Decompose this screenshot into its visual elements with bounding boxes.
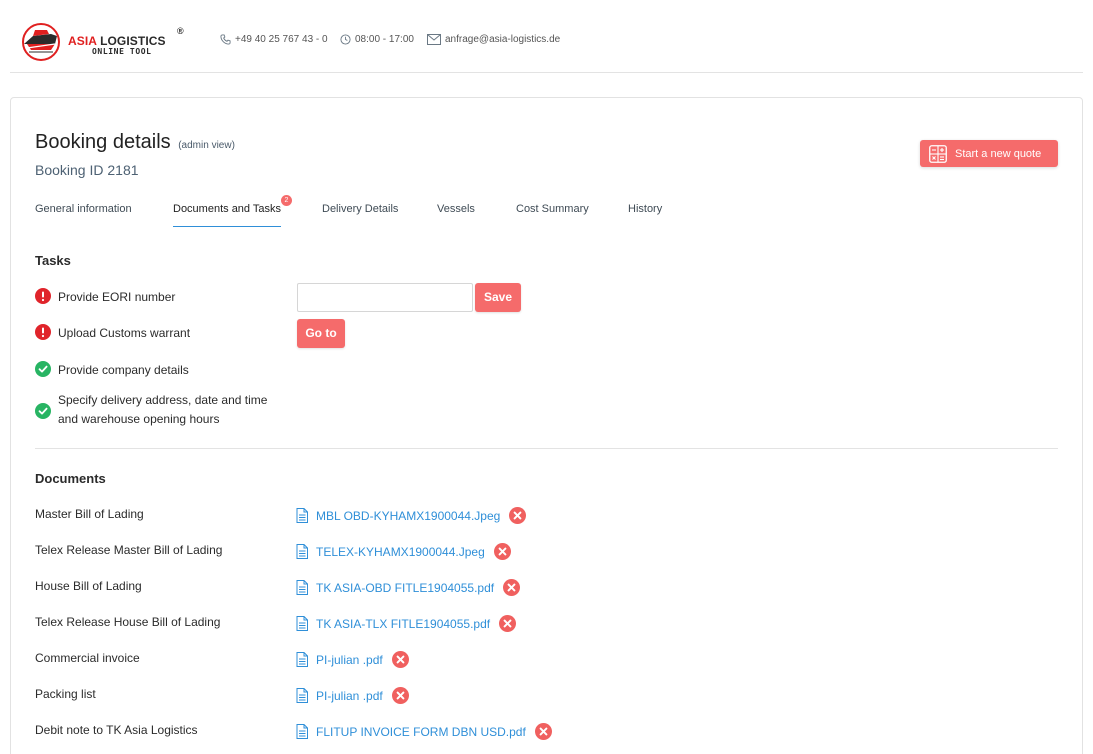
error-icon: [35, 324, 51, 340]
hours-text: 08:00 - 17:00: [355, 34, 414, 45]
save-eori-button[interactable]: Save: [475, 283, 521, 312]
tab-general-information[interactable]: General information: [35, 203, 132, 227]
error-icon: [35, 288, 51, 304]
section-divider: [35, 448, 1058, 449]
document-row: Telex Release Master Bill of Lading TELEX…: [35, 543, 1035, 563]
document-file-name: PI-julian .pdf: [316, 688, 383, 703]
document-row: Master Bill of Lading MBL OBD-KYHAMX19000…: [35, 507, 1035, 527]
contact-hours: 08:00 - 17:00: [340, 34, 414, 45]
tab-cost-summary[interactable]: Cost Summary: [516, 203, 589, 227]
task-item: Provide company details: [35, 361, 189, 380]
document-row: House Bill of Lading TK ASIA-OBD FITLE190…: [35, 579, 1035, 599]
calculator-icon: [929, 144, 947, 163]
document-row: Packing list PI-julian .pdf: [35, 687, 1035, 707]
document-file-name: FLITUP INVOICE FORM DBN USD.pdf: [316, 724, 526, 739]
page-title: Booking details (admin view): [35, 131, 235, 154]
document-file-name: TK ASIA-TLX FITLE1904055.pdf: [316, 616, 491, 631]
document-file-link[interactable]: MBL OBD-KYHAMX1900044.Jpeg: [296, 507, 527, 524]
task-text: Upload Customs warrant: [58, 326, 191, 340]
tasks-heading: Tasks: [35, 253, 71, 268]
email-text: anfrage@asia-logistics.de: [445, 34, 561, 45]
file-icon: [296, 544, 308, 559]
file-icon: [296, 508, 308, 523]
document-file-name: MBL OBD-KYHAMX1900044.Jpeg: [316, 508, 501, 523]
brand-logistics: LOGISTICS: [100, 34, 166, 48]
registered-mark: ®: [177, 26, 184, 36]
task-text: Provide company details: [58, 363, 189, 377]
contact-phone[interactable]: +49 40 25 767 43 - 0: [220, 34, 328, 45]
document-file-link[interactable]: FLITUP INVOICE FORM DBN USD.pdf: [296, 723, 552, 740]
document-type-label: Packing list: [35, 687, 96, 701]
go-to-customs-warrant-button[interactable]: Go to: [297, 319, 345, 348]
check-icon: [35, 403, 51, 419]
document-file-link[interactable]: TK ASIA-TLX FITLE1904055.pdf: [296, 615, 517, 632]
file-icon: [296, 616, 308, 631]
tab-vessels[interactable]: Vessels: [437, 203, 475, 227]
booking-id: Booking ID 2181: [35, 162, 139, 178]
start-new-quote-button[interactable]: Start a new quote: [920, 140, 1058, 167]
document-type-label: Telex Release Master Bill of Lading: [35, 543, 223, 557]
brand-subtitle: ONLINE TOOL: [92, 47, 152, 56]
tab-label: Documents and Tasks: [173, 203, 282, 215]
delete-document-icon[interactable]: [534, 723, 552, 740]
notification-badge: 2: [281, 195, 292, 206]
document-file-name: TK ASIA-OBD FITLE1904055.pdf: [316, 580, 495, 595]
task-item: Provide EORI number: [35, 288, 175, 307]
document-type-label: House Bill of Lading: [35, 579, 142, 593]
delete-document-icon[interactable]: [503, 579, 521, 596]
clock-icon: [340, 34, 351, 45]
document-file-name: PI-julian .pdf: [316, 652, 383, 667]
delete-document-icon[interactable]: [509, 507, 527, 524]
tab-label: General information: [35, 203, 132, 215]
task-item: Specify delivery address, date and time …: [35, 391, 278, 429]
document-file-link[interactable]: PI-julian .pdf: [296, 687, 409, 704]
document-type-label: Debit note to TK Asia Logistics: [35, 723, 198, 737]
logo-ship-icon: [22, 23, 60, 61]
top-bar: ASIA LOGISTICS ® ONLINE TOOL +49 40 25 7…: [10, 0, 1083, 73]
start-new-quote-label: Start a new quote: [955, 147, 1042, 160]
delete-document-icon[interactable]: [391, 651, 409, 668]
document-file-link[interactable]: TELEX-KYHAMX1900044.Jpeg: [296, 543, 511, 560]
logo-text: ASIA LOGISTICS: [68, 34, 166, 48]
phone-icon: [220, 34, 231, 45]
tab-label: Vessels: [437, 203, 475, 215]
delete-document-icon[interactable]: [391, 687, 409, 704]
check-icon: [35, 361, 51, 377]
file-icon: [296, 652, 308, 667]
brand-asia: ASIA: [68, 34, 97, 48]
mail-icon: [427, 34, 441, 45]
phone-text: +49 40 25 767 43 - 0: [235, 34, 328, 45]
tab-documents-and-tasks[interactable]: Documents and Tasks 2: [173, 195, 292, 227]
tab-label: Cost Summary: [516, 203, 589, 215]
admin-view-label: (admin view): [178, 140, 235, 151]
logo[interactable]: ASIA LOGISTICS ® ONLINE TOOL: [21, 22, 184, 64]
page-title-text: Booking details: [35, 131, 171, 153]
task-item: Upload Customs warrant: [35, 324, 190, 343]
document-type-label: Master Bill of Lading: [35, 507, 144, 521]
document-type-label: Commercial invoice: [35, 651, 140, 665]
tab-label: History: [628, 203, 663, 215]
document-file-link[interactable]: TK ASIA-OBD FITLE1904055.pdf: [296, 579, 521, 596]
booking-card: Booking details (admin view) Booking ID …: [10, 97, 1083, 754]
task-text: Provide EORI number: [58, 290, 176, 304]
document-type-label: Telex Release House Bill of Lading: [35, 615, 221, 629]
contact-email[interactable]: anfrage@asia-logistics.de: [427, 34, 560, 45]
tab-delivery-details[interactable]: Delivery Details: [322, 203, 398, 227]
eori-number-input[interactable]: [297, 283, 473, 312]
document-row: Commercial invoice PI-julian .pdf: [35, 651, 1035, 671]
document-row: Debit note to TK Asia Logistics FLITUP IN…: [35, 723, 1035, 743]
file-icon: [296, 580, 308, 595]
document-row: Telex Release House Bill of Lading TK ASI…: [35, 615, 1035, 635]
task-text: Specify delivery address, date and time …: [58, 393, 268, 426]
file-icon: [296, 724, 308, 739]
delete-document-icon[interactable]: [499, 615, 517, 632]
document-file-name: TELEX-KYHAMX1900044.Jpeg: [316, 544, 485, 559]
tab-label: Delivery Details: [322, 203, 399, 215]
file-icon: [296, 688, 308, 703]
documents-heading: Documents: [35, 471, 106, 486]
document-file-link[interactable]: PI-julian .pdf: [296, 651, 409, 668]
delete-document-icon[interactable]: [493, 543, 511, 560]
tab-history[interactable]: History: [628, 203, 662, 227]
